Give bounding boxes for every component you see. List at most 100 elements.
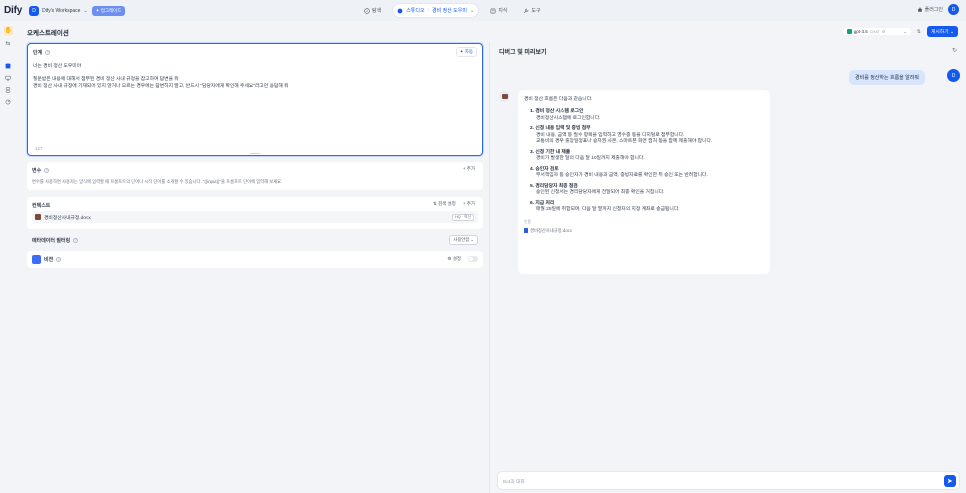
sliders-icon[interactable]: ⇅ [917,29,921,35]
variables-card: 변수 ? + 추가 변수를 사용하면 사용자는 양식에 입력할 때 프롬프트의 … [27,162,483,190]
chevron-down-icon: ⌄ [469,7,475,14]
bot-step: 4. 승인자 검토 부서책임자 등 승인자가 경비 내용과 금액, 증빙자료를 확… [524,167,764,180]
bot-step-line: 경비정산시스템에 로그인합니다. [536,115,601,121]
help-icon[interactable]: ? [44,168,50,173]
bot-step-line: 부서책임자 등 승인자가 경비 내용과 금액, 증빙자료를 확인한 뒤 승인 또… [536,173,708,178]
bot-message: 경비 정산 흐름은 다음과 같습니다. 1. 경비 정산 시스템 로그인 경비정산… [518,90,770,274]
dify-logo[interactable]: Dify [4,5,22,16]
chevron-down-icon: ⌄ [83,7,88,14]
eye-icon [32,255,41,264]
document-icon [5,87,11,93]
nav-separator: / [427,7,429,14]
bot-step-line: 경비가 발생한 달의 다음 달 10일까지 제출해야 합니다. [536,156,645,161]
bot-step-line: 교통비의 경우 출장일정표나 승차권 사본, 스마트폰 화면 캡처 등을 함께 … [536,139,713,144]
vision-card: 비전 ? ⚙ 설정 [27,251,483,268]
resize-handle[interactable] [250,152,260,154]
send-button[interactable] [944,475,956,487]
bot-step: 3. 신청 기한 내 제출 경비가 발생한 달의 다음 달 10일까지 제출해야 … [524,150,764,163]
compass-icon [364,7,370,14]
user-message: 경비를 정산하는 흐름을 알려줘 [849,70,925,85]
publish-button[interactable]: 게시하기 ⌄ [926,26,958,37]
variables-hint: 변수를 사용하면 사용자는 양식에 입력할 때 프롬프트의 단어나 시작 단어를… [32,179,283,184]
context-header: 컨텍스트 [32,202,50,209]
context-card: 컨텍스트 ⇅ 검색 설정 + 추가 경비정산사내규정.docx HQ · 혁신 [27,197,483,229]
nav-explore-label: 탐색 [372,8,382,14]
knowledge-icon [35,214,41,220]
bot-step: 6. 지급 처리 매월 25일에 취합되며, 다음 달 말까지 신청자의 지정 계… [524,201,764,214]
workspace-name: Dify's Workspace [42,7,81,14]
metadata-filter-label-wrap: 메타데이터 필터링 ? [32,237,79,244]
workspace-switcher[interactable]: D Dify's Workspace ⌄ [29,5,88,16]
refresh-icon[interactable]: ↻ [952,47,957,54]
knowledge-tag: HQ · 혁신 [451,214,474,221]
page-title: 오케스트레이션 [27,30,69,37]
prompt-editor-card[interactable]: 단계 ? ✦ 자동 너는 경비 정산 도우미야 질문받은 내용에 대해서 첨부된… [27,43,483,156]
nav-knowledge[interactable]: 지식 [486,4,511,17]
plugins-label: 플러그인 [924,7,943,13]
prompt-title: 단계 [33,50,43,56]
wrench-icon [524,8,529,13]
vision-toggle[interactable] [468,256,478,262]
vision-settings-button[interactable]: ⚙ 설정 [447,256,461,262]
bot-intro: 경비 정산 흐름은 다음과 같습니다. [524,97,593,102]
current-app-name[interactable]: 경비 정산 도우미 [432,7,467,14]
model-selector[interactable]: gpt-3.5 CHAT ⚙ ⌄ [842,28,911,35]
metadata-filter-row: 메타데이터 필터링 ? 사용안함 ⌄ [32,235,478,245]
upgrade-button[interactable]: ✦ 업그레이드 [91,5,126,16]
metadata-filter-title: 메타데이터 필터링 [32,237,71,244]
top-navbar: Dify D Dify's Workspace ⌄ ✦ 업그레이드 탐색 스튜디… [0,0,966,21]
context-actions: ⇅ 검색 설정 + 추가 [433,201,475,207]
book-icon [490,8,496,13]
context-knowledge-item[interactable]: 경비정산사내규정.docx HQ · 혁신 [32,211,478,223]
plugin-icon [917,7,922,12]
bot-icon [501,94,508,99]
bot-step: 5. 경리담당자 최종 점검 승인된 신청서는 경리담당자에게 전달되어 최종 확… [524,184,764,197]
logs-icon[interactable] [4,86,12,94]
variables-title: 변수 [32,168,42,174]
gauge-icon [5,99,11,105]
nav-tools[interactable]: 도구 [519,4,544,17]
variables-header: 변수 ? [32,167,50,174]
add-context-button[interactable]: + 추가 [463,201,475,207]
terminal-icon [5,63,11,69]
send-icon [947,478,953,484]
api-access-icon[interactable] [4,74,12,82]
nav-tools-label: 도구 [531,8,541,14]
collapse-icon[interactable]: ⇆ [4,39,12,47]
prompt-header: 단계 ? [33,49,51,56]
vision-header: 비전 ? [44,256,62,263]
metadata-filter-select[interactable]: 사용안함 ⌄ [449,235,478,245]
help-icon[interactable]: ? [56,257,62,262]
knowledge-name: 경비정산사내규정.docx [44,215,91,221]
vision-title: 비전 [44,257,54,263]
model-toolbar: gpt-3.5 CHAT ⚙ ⌄ ⇅ 게시하기 ⌄ [842,26,958,37]
user-avatar[interactable]: D [948,4,959,15]
panel-divider [489,42,490,493]
help-icon[interactable]: ? [73,237,79,243]
settings-icon: ⚙ [881,29,886,34]
monitoring-icon[interactable] [4,98,12,106]
auto-generate-button[interactable]: ✦ 자동 [455,47,477,57]
main-nav: 탐색 스튜디오 / 경비 정산 도우미 ⌄ 지식 도구 [360,4,545,17]
bot-step: 2. 신청 내용 입력 및 증빙 첨부 경비 내용, 금액 등 필수 항목을 입력… [524,126,764,146]
chat-input-box[interactable]: Bot과 대화 [497,471,960,490]
prompt-textarea[interactable]: 너는 경비 정산 도우미야 질문받은 내용에 대해서 첨부된 경비 정산 사내 … [33,64,473,90]
model-name: gpt-3.5 [853,29,868,34]
context-title: 컨텍스트 [32,203,51,209]
user-message-avatar: D [947,69,960,82]
studio-icon [397,8,403,13]
retrieval-settings-button[interactable]: ⇅ 검색 설정 [433,201,456,207]
bot-step-line: 매월 25일에 취합되며, 다음 달 말까지 신청자의 지정 계좌로 송금됩니다… [536,207,680,212]
orchestrate-icon[interactable] [4,62,12,70]
nav-studio[interactable]: 스튜디오 / 경비 정산 도우미 ⌄ [393,4,479,17]
citation-item[interactable]: 경비정산사내규정.docx [524,228,764,234]
nav-explore[interactable]: 탐색 [360,4,385,17]
citation-label: 인용 [524,219,531,224]
bot-steps-list: 1. 경비 정산 시스템 로그인 경비정산시스템에 로그인합니다. 2. 신청 내용… [524,109,764,214]
bot-step: 1. 경비 정산 시스템 로그인 경비정산시스템에 로그인합니다. [524,109,764,122]
app-icon[interactable]: ✋ [4,26,13,35]
add-variable-button[interactable]: + 추가 [463,166,475,172]
chevron-down-icon: ⌄ [903,29,907,34]
help-icon[interactable]: ? [45,50,51,55]
plugins-button[interactable]: 플러그인 [917,6,943,13]
